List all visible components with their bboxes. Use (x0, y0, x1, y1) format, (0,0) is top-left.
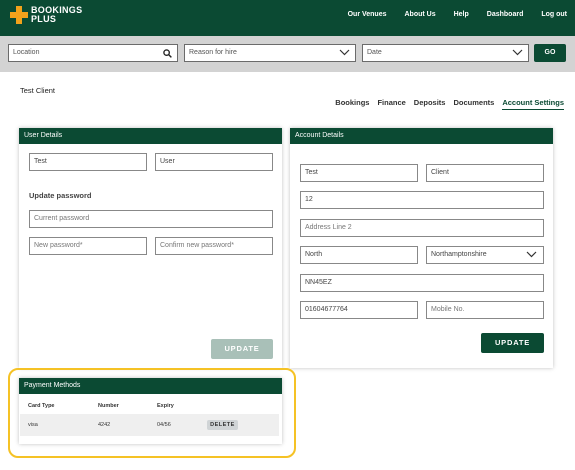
account-update-button[interactable]: UPDATE (481, 333, 544, 353)
table-row (20, 414, 279, 436)
account-last-name-input[interactable]: Client (426, 164, 544, 182)
main-nav: Our Venues About Us Help Dashboard Log o… (330, 11, 567, 18)
column-number: Number (98, 403, 119, 409)
new-password-input[interactable]: New password* (29, 237, 147, 255)
confirm-password-input[interactable]: Confirm new password* (155, 237, 273, 255)
reason-select[interactable]: Reason for hire (184, 44, 356, 62)
column-card-type: Card Type (28, 403, 55, 409)
payment-methods-title: Payment Methods (19, 378, 282, 394)
account-details-title: Account Details (290, 128, 553, 144)
top-navbar: BOOKINGS PLUS Our Venues About Us Help D… (0, 0, 575, 36)
nav-about-us[interactable]: About Us (405, 11, 436, 18)
address-line-1-input[interactable]: 12 (300, 191, 544, 209)
logo-line-2: PLUS (31, 14, 57, 24)
location-input[interactable]: Location (8, 44, 178, 62)
location-placeholder: Location (13, 49, 40, 56)
nav-dashboard[interactable]: Dashboard (487, 11, 524, 18)
chevron-down-icon (526, 247, 537, 265)
chevron-down-icon (512, 45, 523, 61)
tab-account-settings[interactable]: Account Settings (502, 98, 564, 110)
postcode-input[interactable]: NN45EZ (300, 274, 544, 292)
user-first-name-input[interactable]: Test (29, 153, 147, 171)
reason-placeholder: Reason for hire (189, 49, 237, 56)
address-line-2-input[interactable]: Address Line 2 (300, 219, 544, 237)
account-subtabs: Bookings Finance Deposits Documents Acco… (327, 98, 564, 110)
mobile-input[interactable]: Mobile No. (426, 301, 544, 319)
user-details-title: User Details (19, 128, 282, 144)
county-value: Northamptonshire (431, 251, 487, 258)
nav-log-out[interactable]: Log out (541, 11, 567, 18)
user-last-name-input[interactable]: User (155, 153, 273, 171)
card-type-cell: visa (28, 422, 38, 428)
town-input[interactable]: North (300, 246, 418, 264)
plus-logo-icon (10, 6, 28, 24)
column-expiry: Expiry (157, 403, 174, 409)
search-icon[interactable] (163, 45, 172, 63)
tab-deposits[interactable]: Deposits (414, 98, 446, 110)
go-button[interactable]: GO (534, 44, 566, 62)
logo[interactable]: BOOKINGS PLUS (10, 6, 82, 24)
delete-card-button[interactable]: DELETE (207, 420, 238, 430)
county-select[interactable]: Northamptonshire (426, 246, 544, 264)
client-name: Test Client (20, 86, 56, 95)
tab-bookings[interactable]: Bookings (335, 98, 369, 110)
card-number-cell: 4242 (98, 422, 111, 428)
user-update-button[interactable]: UPDATE (211, 339, 273, 359)
chevron-down-icon (339, 45, 350, 61)
phone-input[interactable]: 01604677764 (300, 301, 418, 319)
nav-our-venues[interactable]: Our Venues (348, 11, 387, 18)
date-select[interactable]: Date (362, 44, 529, 62)
date-placeholder: Date (367, 49, 382, 56)
update-password-label: Update password (29, 191, 92, 200)
card-expiry-cell: 04/56 (157, 422, 171, 428)
tab-documents[interactable]: Documents (453, 98, 494, 110)
current-password-input[interactable]: Current password (29, 210, 273, 228)
nav-help[interactable]: Help (454, 11, 469, 18)
account-first-name-input[interactable]: Test (300, 164, 418, 182)
tab-finance[interactable]: Finance (377, 98, 405, 110)
